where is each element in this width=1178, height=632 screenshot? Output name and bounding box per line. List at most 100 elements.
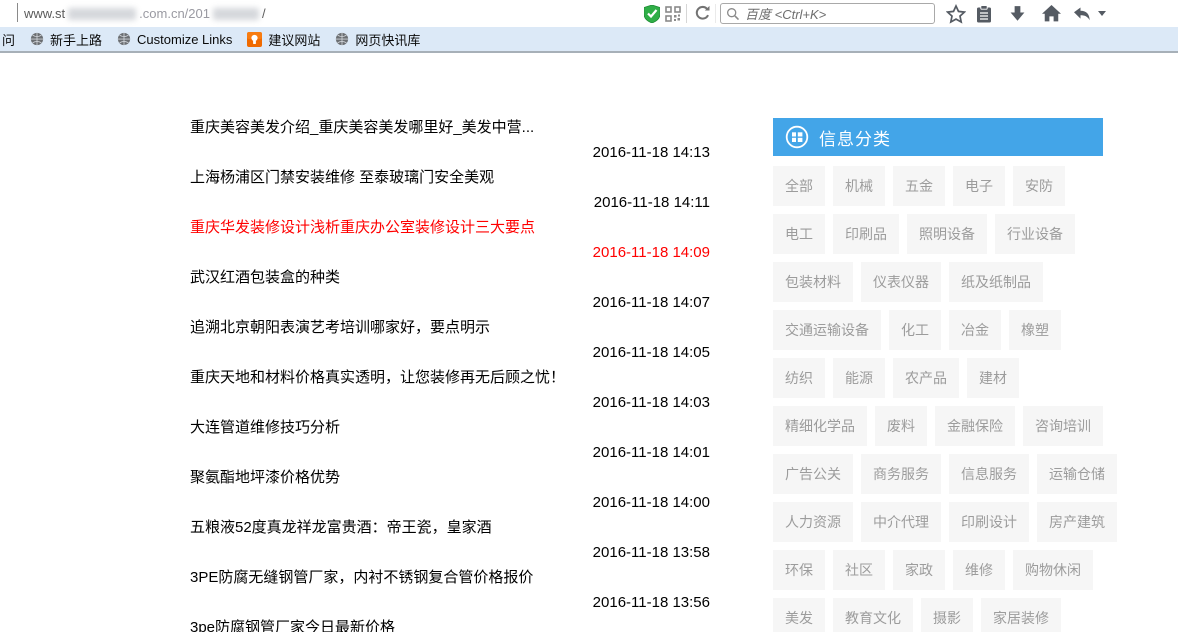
category-tag[interactable]: 印刷设计 [949,502,1029,542]
category-tag[interactable]: 购物休闲 [1013,550,1093,590]
article-title-link[interactable]: 重庆美容美发介绍_重庆美容美发哪里好_美发中营... [190,115,710,140]
category-sidebar: 信息分类 全部机械五金电子安防电工印刷品照明设备行业设备包装材料仪表仪器纸及纸制… [773,118,1103,632]
category-tag[interactable]: 咨询培训 [1023,406,1103,446]
bookmark-label: 网页快讯库 [355,30,420,49]
bookmark-item-suggested-sites[interactable]: 建议网站 [247,30,320,49]
category-tag[interactable]: 建材 [967,358,1019,398]
qr-code-button[interactable] [663,0,683,27]
category-tag[interactable]: 废料 [875,406,927,446]
category-tag[interactable]: 电工 [773,214,825,254]
article-item: 五粮液52度真龙祥龙富贵酒：帝王瓷，皇家酒2016-11-18 13:58 [190,515,710,565]
home-icon [1042,5,1061,22]
article-timestamp: 2016-11-18 13:56 [190,590,710,615]
download-arrow-icon [1009,5,1026,22]
search-input[interactable]: 百度 <Ctrl+K> [720,3,935,24]
category-rows: 全部机械五金电子安防电工印刷品照明设备行业设备包装材料仪表仪器纸及纸制品交通运输… [773,166,1103,632]
article-title-link[interactable]: 大连管道维修技巧分析 [190,415,710,440]
category-tag[interactable]: 印刷品 [833,214,899,254]
category-tag[interactable]: 人力资源 [773,502,853,542]
category-tag[interactable]: 中介代理 [861,502,941,542]
category-tag[interactable]: 广告公关 [773,454,853,494]
search-placeholder: 百度 <Ctrl+K> [745,4,826,23]
category-row: 交通运输设备化工冶金橡塑 [773,310,1103,350]
category-tag[interactable]: 摄影 [921,598,973,632]
category-tag[interactable]: 信息服务 [949,454,1029,494]
bookmark-item-customize-links[interactable]: Customize Links [117,32,232,47]
category-row: 精细化学品废料金融保险咨询培训 [773,406,1103,446]
toolbar-overflow-caret[interactable] [1095,0,1109,27]
category-tag[interactable]: 房产建筑 [1037,502,1117,542]
category-row: 广告公关商务服务信息服务运输仓储 [773,454,1103,494]
category-tag[interactable]: 仪表仪器 [861,262,941,302]
history-undo-button[interactable] [1071,0,1093,27]
article-title-link[interactable]: 3pe防腐钢管厂家今日最新价格 [190,615,710,632]
article-item: 重庆华发装修设计浅析重庆办公室装修设计三大要点2016-11-18 14:09 [190,215,710,265]
category-tag[interactable]: 全部 [773,166,825,206]
category-tag[interactable]: 化工 [889,310,941,350]
star-icon [946,4,966,24]
url-visible-suffix: / [262,6,266,21]
article-list: 重庆美容美发介绍_重庆美容美发哪里好_美发中营... 2016-11-18 14:… [190,115,710,632]
article-timestamp: 2016-11-18 14:00 [190,490,710,515]
url-visible-mid: .com.cn/201 [139,6,210,21]
undo-arrow-icon [1073,6,1091,22]
category-tag[interactable]: 社区 [833,550,885,590]
category-tag[interactable]: 能源 [833,358,885,398]
bookmark-star-button[interactable] [944,0,968,27]
category-tag[interactable]: 交通运输设备 [773,310,881,350]
bookmark-item-web-slices[interactable]: 网页快讯库 [335,30,420,49]
category-tag[interactable]: 电子 [953,166,1005,206]
refresh-button[interactable] [691,0,713,27]
category-tag[interactable]: 农产品 [893,358,959,398]
bookmark-item-clipped[interactable]: 问 [2,30,15,49]
article-title-link[interactable]: 重庆华发装修设计浅析重庆办公室装修设计三大要点 [190,215,710,240]
downloads-button[interactable] [1005,0,1029,27]
category-tag[interactable]: 维修 [953,550,1005,590]
bookmark-label: 问 [2,30,15,49]
category-tag[interactable]: 家居装修 [981,598,1061,632]
category-tag[interactable]: 行业设备 [995,214,1075,254]
category-tag[interactable]: 机械 [833,166,885,206]
category-tag[interactable]: 橡塑 [1009,310,1061,350]
article-timestamp: 2016-11-18 14:01 [190,440,710,465]
category-tag[interactable]: 运输仓储 [1037,454,1117,494]
shield-icon [644,5,660,23]
article-title-link[interactable]: 上海杨浦区门禁安装维修 至泰玻璃门安全美观 [190,165,710,190]
category-tag[interactable]: 照明设备 [907,214,987,254]
article-item: 3PE防腐无缝钢管厂家，内衬不锈钢复合管价格报价2016-11-18 13:56 [190,565,710,615]
article-title-link[interactable]: 追溯北京朝阳表演艺考培训哪家好，要点明示 [190,315,710,340]
category-tag[interactable]: 家政 [893,550,945,590]
toolbar-divider [686,4,687,23]
bookmark-item-getting-started[interactable]: 新手上路 [30,30,102,49]
bookmark-label: 建议网站 [268,30,320,49]
bookmarks-menu-button[interactable] [973,0,995,27]
toolbar-divider [715,4,716,23]
category-tag[interactable]: 环保 [773,550,825,590]
address-bar[interactable]: www.st .com.cn/201 / [24,0,266,27]
category-tag[interactable]: 安防 [1013,166,1065,206]
category-tag[interactable]: 五金 [893,166,945,206]
category-tag[interactable]: 纺织 [773,358,825,398]
article-title-link[interactable]: 重庆天地和材料价格真实透明，让您装修再无后顾之忧！ [190,365,710,390]
category-row: 电工印刷品照明设备行业设备 [773,214,1103,254]
article-item: 重庆天地和材料价格真实透明，让您装修再无后顾之忧！2016-11-18 14:0… [190,365,710,415]
category-tag[interactable]: 冶金 [949,310,1001,350]
category-tag[interactable]: 精细化学品 [773,406,867,446]
article-title-link[interactable]: 3PE防腐无缝钢管厂家，内衬不锈钢复合管价格报价 [190,565,710,590]
article-title-link[interactable]: 聚氨酯地坪漆价格优势 [190,465,710,490]
safety-shield-icon[interactable] [641,0,663,27]
article-title-link[interactable]: 武汉红酒包装盒的种类 [190,265,710,290]
category-row: 美发教育文化摄影家居装修 [773,598,1103,632]
article-timestamp: 2016-11-18 13:58 [190,540,710,565]
home-button[interactable] [1039,0,1063,27]
article-title-link[interactable]: 五粮液52度真龙祥龙富贵酒：帝王瓷，皇家酒 [190,515,710,540]
sidebar-header: 信息分类 [773,118,1103,156]
browser-toolbar: www.st .com.cn/201 / [0,0,1178,27]
category-tag[interactable]: 美发 [773,598,825,632]
category-tag[interactable]: 商务服务 [861,454,941,494]
category-tag[interactable]: 金融保险 [935,406,1015,446]
category-tag[interactable]: 纸及纸制品 [949,262,1043,302]
lightbulb-icon [247,32,262,47]
category-tag[interactable]: 包装材料 [773,262,853,302]
category-tag[interactable]: 教育文化 [833,598,913,632]
